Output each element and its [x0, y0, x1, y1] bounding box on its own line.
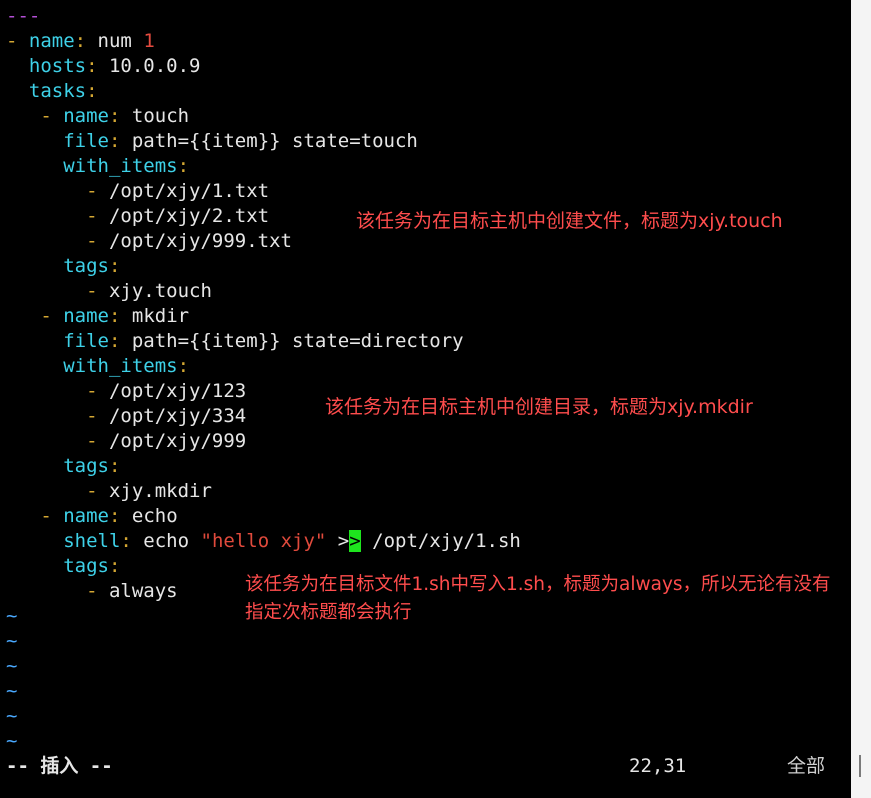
code-line: tags: — [63, 455, 121, 477]
code-line: tags: — [63, 555, 121, 577]
empty-line-tilde: ~ — [6, 655, 18, 677]
code-line: - /opt/xjy/334 — [86, 405, 247, 427]
vim-mode-indicator: -- 插入 -- — [6, 755, 113, 777]
annotation-echo-line2: 指定次标题都会执行 — [245, 602, 412, 623]
yaml-key: tags — [63, 455, 109, 477]
annotation-mkdir: 该任务为在目标主机中创建目录，标题为xjy.mkdir — [325, 396, 753, 418]
code-line: - /opt/xjy/2.txt — [86, 205, 270, 227]
code-line: with_items: — [63, 155, 190, 177]
annotation-echo-line1: 该任务为在目标文件1.sh中写入1.sh，标题为always，所以无论有没有 — [245, 574, 831, 595]
scrollbar-thumb[interactable] — [859, 755, 861, 777]
cursor-position: 22,31 — [629, 755, 687, 777]
code-line: hosts: 10.0.0.9 — [28, 55, 201, 77]
empty-line-tilde: ~ — [6, 730, 18, 752]
yaml-key: file — [63, 130, 109, 152]
yaml-key: tags — [63, 555, 109, 577]
code-line: - always — [86, 580, 178, 602]
yaml-key: tags — [63, 255, 109, 277]
yaml-key: with_items — [63, 355, 178, 377]
yaml-key: with_items — [63, 155, 178, 177]
scrollbar-track[interactable] — [851, 0, 871, 798]
yaml-number: 1 — [143, 30, 155, 52]
yaml-key: hosts — [28, 55, 87, 77]
yaml-key: name — [63, 305, 109, 327]
code-line-current: shell: echo "hello xjy" >> /opt/xjy/1.sh — [63, 530, 521, 552]
empty-line-tilde: ~ — [6, 630, 18, 652]
yaml-key: shell — [63, 530, 121, 552]
empty-line-tilde: ~ — [6, 680, 18, 702]
vim-editor[interactable]: --- - name: num 1 hosts: 10.0.0.9 tasks:… — [0, 0, 851, 798]
code-line: file: path={{item}} state=directory — [63, 330, 464, 352]
code-line: - xjy.touch — [86, 280, 212, 302]
yaml-string: "hello xjy" — [200, 530, 327, 552]
yaml-doc-marker: --- — [6, 5, 41, 27]
code-line: - /opt/xjy/1.txt — [86, 180, 270, 202]
yaml-key: name — [63, 105, 109, 127]
code-line: - name: mkdir — [40, 305, 190, 327]
code-line: tags: — [63, 255, 121, 277]
yaml-key: name — [63, 505, 109, 527]
code-line: - name: num 1 — [6, 30, 155, 52]
code-line: file: path={{item}} state=touch — [63, 130, 418, 152]
scroll-position: 全部 — [787, 755, 826, 777]
annotation-touch: 该任务为在目标主机中创建文件，标题为xjy.touch — [356, 210, 783, 232]
code-line: with_items: — [63, 355, 190, 377]
code-line: - /opt/xjy/999.txt — [86, 230, 292, 252]
code-line: - name: touch — [40, 105, 190, 127]
code-line: --- — [6, 4, 40, 29]
empty-line-tilde: ~ — [6, 705, 18, 727]
yaml-key: tasks — [28, 80, 87, 102]
code-line: - /opt/xjy/999 — [86, 430, 247, 452]
code-line: - name: echo — [40, 505, 178, 527]
yaml-key: file — [63, 330, 109, 352]
code-line: - xjy.mkdir — [86, 480, 212, 502]
code-line: - /opt/xjy/123 — [86, 380, 247, 402]
text-cursor: > — [349, 530, 361, 552]
empty-line-tilde: ~ — [6, 605, 18, 627]
code-line: tasks: — [28, 80, 98, 102]
yaml-key: name — [28, 30, 75, 52]
